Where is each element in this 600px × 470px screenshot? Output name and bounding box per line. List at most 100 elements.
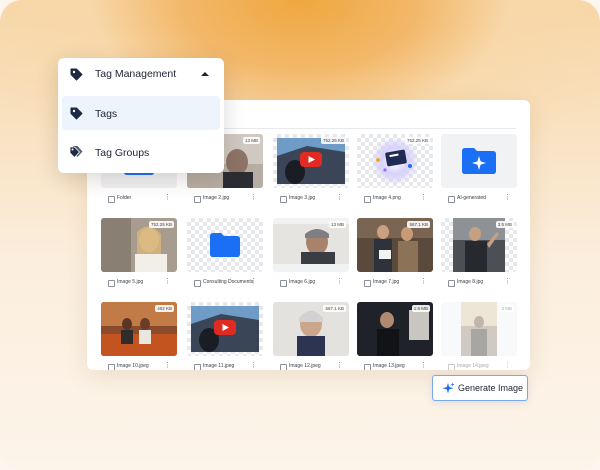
tag-management-header[interactable]: Tag Management bbox=[58, 58, 224, 90]
thumbnail: 752.25 KB bbox=[101, 218, 177, 272]
file-name: Image 3.jpg bbox=[289, 195, 316, 201]
select-checkbox[interactable] bbox=[194, 196, 201, 203]
menu-item-label: Tag Groups bbox=[95, 147, 150, 159]
menu-item-tag-groups[interactable]: Tag Groups bbox=[62, 135, 220, 169]
select-checkbox[interactable] bbox=[108, 280, 115, 287]
thumbnail: 567.1 KB bbox=[273, 302, 349, 356]
thumbnail: 3 MB bbox=[441, 302, 517, 356]
file-size: 752.25 KB bbox=[404, 137, 430, 144]
more-options-icon[interactable]: ⋮ bbox=[504, 278, 511, 286]
ai-folder-icon bbox=[462, 148, 496, 174]
thumbnail: 3.5 MB bbox=[441, 218, 517, 272]
file-size: 567.1 KB bbox=[407, 221, 430, 228]
thumbnail: 402 KB bbox=[101, 302, 177, 356]
thumbnail bbox=[187, 218, 263, 272]
select-checkbox[interactable] bbox=[364, 280, 371, 287]
file-name: Image 10.jpeg bbox=[117, 363, 149, 369]
file-card[interactable]: 567.1 KB Image 12.jpeg ⋮ bbox=[273, 302, 349, 370]
file-size: 402 KB bbox=[155, 305, 174, 312]
thumbnail bbox=[441, 134, 517, 188]
thumbnail: 1.5 MB bbox=[357, 302, 433, 356]
file-name: Image 5.jpg bbox=[117, 279, 144, 285]
file-card[interactable]: Image 11.jpeg ⋮ bbox=[187, 302, 263, 370]
file-name: Image 8.jpg bbox=[457, 279, 484, 285]
file-size: 752.25 KB bbox=[320, 137, 346, 144]
file-card[interactable]: 3.5 MB Image 8.jpg ⋮ bbox=[441, 218, 517, 288]
file-name: Image 4.png bbox=[373, 195, 401, 201]
more-options-icon[interactable]: ⋮ bbox=[164, 278, 171, 286]
more-options-icon[interactable]: ⋮ bbox=[250, 194, 257, 202]
file-name: Image 7.jpg bbox=[373, 279, 400, 285]
select-checkbox[interactable] bbox=[364, 196, 371, 203]
file-size: 13 MB bbox=[328, 221, 346, 228]
file-card[interactable]: 752.25 KB Image 4.png ⋮ bbox=[357, 134, 433, 204]
photo-image bbox=[273, 224, 349, 264]
photo-image bbox=[461, 302, 497, 356]
file-card[interactable]: 752.25 KB Image 3.jpg ⋮ bbox=[273, 134, 349, 204]
file-size: 567.1 KB bbox=[323, 305, 346, 312]
play-icon[interactable] bbox=[214, 320, 236, 335]
select-checkbox[interactable] bbox=[280, 196, 287, 203]
file-card[interactable]: 3 MB Image 14.jpeg ⋮ bbox=[441, 302, 517, 370]
more-options-icon[interactable]: ⋮ bbox=[164, 362, 171, 370]
tags-icon bbox=[69, 146, 83, 158]
tag-management-menu: Tag Management Tags Tag Groups bbox=[58, 58, 224, 173]
select-checkbox[interactable] bbox=[448, 280, 455, 287]
file-card[interactable]: Consulting Documents ⋮ bbox=[187, 218, 263, 288]
file-name: Image 14.jpeg bbox=[457, 363, 489, 369]
generate-image-label: Generate Image bbox=[458, 383, 524, 393]
select-checkbox[interactable] bbox=[448, 196, 455, 203]
more-options-icon[interactable]: ⋮ bbox=[250, 278, 257, 286]
file-name: Image 11.jpeg bbox=[203, 363, 235, 369]
more-options-icon[interactable]: ⋮ bbox=[336, 278, 343, 286]
file-card[interactable]: 13 MB Image 6.jpg ⋮ bbox=[273, 218, 349, 288]
more-options-icon[interactable]: ⋮ bbox=[250, 362, 257, 370]
menu-item-label: Tags bbox=[95, 108, 118, 120]
select-checkbox[interactable] bbox=[108, 364, 115, 370]
tag-management-title: Tag Management bbox=[95, 68, 177, 80]
file-size: 1.5 MB bbox=[411, 305, 430, 312]
more-options-icon[interactable]: ⋮ bbox=[420, 362, 427, 370]
file-card[interactable]: 567.1 KB Image 7.jpg ⋮ bbox=[357, 218, 433, 288]
file-size: 13 MB bbox=[242, 137, 260, 144]
select-checkbox[interactable] bbox=[448, 364, 455, 370]
thumbnail bbox=[187, 302, 263, 356]
file-name: Image 12.jpeg bbox=[289, 363, 321, 369]
more-options-icon[interactable]: ⋮ bbox=[336, 362, 343, 370]
file-card[interactable]: 752.25 KB Image 5.jpg ⋮ bbox=[101, 218, 177, 288]
file-name: AI-generated bbox=[457, 195, 486, 201]
select-checkbox[interactable] bbox=[194, 280, 201, 287]
file-size: 3.5 MB bbox=[495, 221, 514, 228]
file-card[interactable]: AI-generated ⋮ bbox=[441, 134, 517, 204]
select-checkbox[interactable] bbox=[280, 280, 287, 287]
folder-icon bbox=[210, 233, 240, 257]
sparkle-icon bbox=[442, 382, 455, 394]
file-name: Image 6.jpg bbox=[289, 279, 316, 285]
panel-divider bbox=[207, 128, 516, 129]
file-name: Image 2.jpg bbox=[203, 195, 230, 201]
thumbnail: 13 MB bbox=[273, 218, 349, 272]
more-options-icon[interactable]: ⋮ bbox=[420, 278, 427, 286]
select-checkbox[interactable] bbox=[280, 364, 287, 370]
thumbnail: 567.1 KB bbox=[357, 218, 433, 272]
more-options-icon[interactable]: ⋮ bbox=[504, 362, 511, 370]
select-checkbox[interactable] bbox=[108, 196, 115, 203]
tag-icon bbox=[70, 68, 83, 81]
more-options-icon[interactable]: ⋮ bbox=[336, 194, 343, 202]
select-checkbox[interactable] bbox=[194, 364, 201, 370]
file-card[interactable]: 402 KB Image 10.jpeg ⋮ bbox=[101, 302, 177, 370]
more-options-icon[interactable]: ⋮ bbox=[504, 194, 511, 202]
generate-image-button[interactable]: Generate Image bbox=[432, 375, 528, 401]
thumbnail: 752.25 KB bbox=[273, 134, 349, 188]
select-checkbox[interactable] bbox=[364, 364, 371, 370]
play-icon[interactable] bbox=[300, 152, 322, 167]
file-name: Consulting Documents bbox=[203, 279, 254, 285]
file-size: 3 MB bbox=[499, 305, 514, 312]
more-options-icon[interactable]: ⋮ bbox=[164, 194, 171, 202]
menu-item-tags[interactable]: Tags bbox=[62, 96, 220, 130]
file-name: Image 13.jpeg bbox=[373, 363, 405, 369]
chevron-up-icon[interactable] bbox=[201, 72, 209, 76]
file-name: Folder bbox=[117, 195, 132, 201]
file-card[interactable]: 1.5 MB Image 13.jpeg ⋮ bbox=[357, 302, 433, 370]
more-options-icon[interactable]: ⋮ bbox=[420, 194, 427, 202]
